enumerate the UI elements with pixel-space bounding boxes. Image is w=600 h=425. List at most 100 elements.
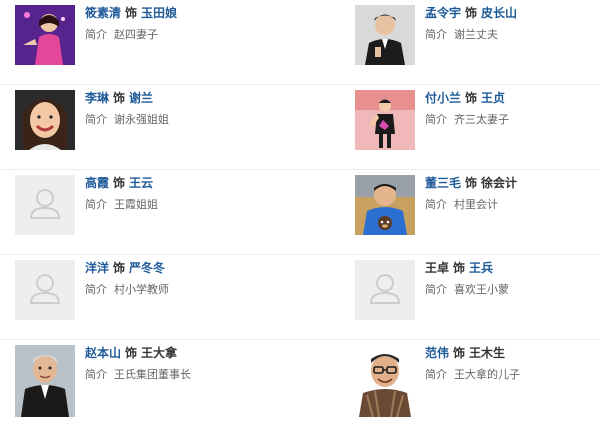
role-name-link[interactable]: 谢兰 [129,91,153,105]
name-line: 洋洋饰严冬冬 [85,260,165,276]
cast-card: 董三毛饰徐会计 简介 村里会计 [340,170,600,255]
intro-line: 简介 王氏集团董事长 [85,367,191,383]
actor-photo[interactable] [355,90,415,150]
intro-line: 简介 赵四妻子 [85,27,158,43]
intro-line: 简介 王大拿的儿子 [425,367,520,383]
cast-row: 洋洋饰严冬冬 简介 村小学教师 王卓饰王兵 简介 喜欢王小蒙 [0,255,600,340]
name-line: 孟令宇饰皮长山 [425,5,517,21]
intro-label: 简介 [425,113,447,126]
cast-card: 范伟饰王木生 简介 王大拿的儿子 [340,340,600,425]
photo-man-glasses [355,345,415,417]
as-label: 饰 [465,91,478,105]
role-name-link[interactable]: 王兵 [469,261,493,275]
intro-label: 简介 [425,198,447,211]
cast-list: 筱素清饰玉田娘 简介 赵四妻子 孟令宇饰皮长山 简介谢兰丈夫 李琳 饰 谢兰 简… [0,0,600,417]
as-label: 饰 [113,176,126,190]
actor-name-link[interactable]: 筱素清 [85,6,121,20]
role-name-link[interactable]: 严冬冬 [129,261,165,275]
cast-row: 赵本山饰王大拿 简介 王氏集团董事长 范伟 饰 王木生 简介 王大拿的儿子 [0,340,600,425]
intro-text: 赵四妻子 [114,28,158,41]
cast-card: 筱素清饰玉田娘 简介 赵四妻子 [0,0,290,85]
role-name-link[interactable]: 王贞 [481,91,505,105]
intro-text: 谢永强姐姐 [114,113,169,126]
intro-line: 简介 谢兰丈夫 [425,27,498,43]
actor-photo[interactable] [15,175,75,235]
as-label: 饰 [125,6,138,20]
photo-woman-performer [15,5,75,65]
photo-man-suit [355,5,415,65]
intro-line: 简介 齐三太妻子 [425,112,509,128]
intro-text: 王大拿的儿子 [454,368,520,381]
intro-label: 简介 [85,28,107,41]
actor-photo[interactable] [15,5,75,65]
photo-woman-smiling [15,90,75,150]
as-label: 饰 [453,261,466,275]
name-line: 范伟饰王木生 [425,345,505,361]
intro-label: 简介 [85,113,107,126]
intro-line: 简介 喜欢王小蒙 [425,282,509,298]
name-line: 王卓饰王兵 [425,260,493,276]
actor-photo[interactable] [355,5,415,65]
name-line: 李琳饰谢兰 [85,90,153,106]
intro-line: 简介 村里会计 [425,197,498,213]
cast-card: 李琳饰谢兰 简介 谢永强姐姐 [0,85,290,170]
as-label: 饰 [465,6,478,20]
actor-photo[interactable] [355,260,415,320]
actor-name-link[interactable]: 赵本山 [85,346,121,360]
actor-name-link[interactable]: 董三毛 [425,176,461,190]
actor-name-link[interactable]: 范伟 [425,346,449,360]
photo-older-man [15,345,75,417]
actor-name-link[interactable]: 李琳 [85,91,109,105]
as-label: 饰 [465,176,478,190]
cast-card: 付小兰饰王贞 简介 齐三太妻子 [340,85,600,170]
name-line: 董三毛饰徐会计 [425,175,517,191]
actor-photo[interactable] [15,345,75,417]
intro-text: 谢兰丈夫 [454,28,498,41]
name-line: 筱素清饰玉田娘 [85,5,177,21]
photo-woman-stage [355,90,415,150]
actor-photo[interactable] [355,175,415,235]
photo-placeholder [355,260,415,320]
actor-name-link[interactable]: 孟令宇 [425,6,461,20]
intro-text: 王氏集团董事长 [114,368,191,381]
actor-photo[interactable] [355,345,415,417]
cast-card: 赵本山饰王大拿 简介 王氏集团董事长 [0,340,290,425]
intro-label: 简介 [425,368,447,381]
as-label: 饰 [113,91,126,105]
actor-name-link[interactable]: 洋洋 [85,261,109,275]
role-name-link[interactable]: 玉田娘 [141,6,177,20]
actor-photo[interactable] [15,90,75,150]
intro-text: 村里会计 [454,198,498,211]
intro-line: 简介 谢永强姐姐 [85,112,169,128]
as-label: 饰 [113,261,126,275]
intro-text: 村小学教师 [114,283,169,296]
role-name: 王大拿 [141,346,178,360]
intro-label: 简介 [85,198,107,211]
actor-name-link[interactable]: 付小兰 [425,91,461,105]
name-line: 高霞饰王云 [85,175,153,191]
as-label: 饰 [125,346,138,360]
intro-line: 简介 村小学教师 [85,282,169,298]
intro-line: 简介 王霞姐姐 [85,197,158,213]
name-line: 付小兰饰王贞 [425,90,505,106]
intro-label: 简介 [425,283,447,296]
intro-text: 齐三太妻子 [454,113,509,126]
name-line: 赵本山饰王大拿 [85,345,177,361]
role-name: 王木生 [469,346,506,360]
cast-row: 筱素清饰玉田娘 简介 赵四妻子 孟令宇饰皮长山 简介谢兰丈夫 [0,0,600,85]
intro-text: 喜欢王小蒙 [454,283,509,296]
role-name-link[interactable]: 王云 [129,176,153,190]
actor-name: 王卓 [425,261,450,275]
intro-label: 简介 [425,28,447,41]
actor-photo[interactable] [15,260,75,320]
photo-placeholder [15,175,75,235]
cast-card: 高霞饰王云 简介 王霞姐姐 [0,170,290,255]
actor-name-link[interactable]: 高霞 [85,176,109,190]
as-label: 饰 [453,346,466,360]
intro-label: 简介 [85,368,107,381]
cast-card: 洋洋饰严冬冬 简介 村小学教师 [0,255,290,340]
cast-card: 孟令宇饰皮长山 简介 谢兰丈夫 [340,0,600,85]
intro-label: 简介 [85,283,107,296]
role-name-link[interactable]: 皮长山 [481,6,517,20]
photo-man-monkey-shirt [355,175,415,235]
